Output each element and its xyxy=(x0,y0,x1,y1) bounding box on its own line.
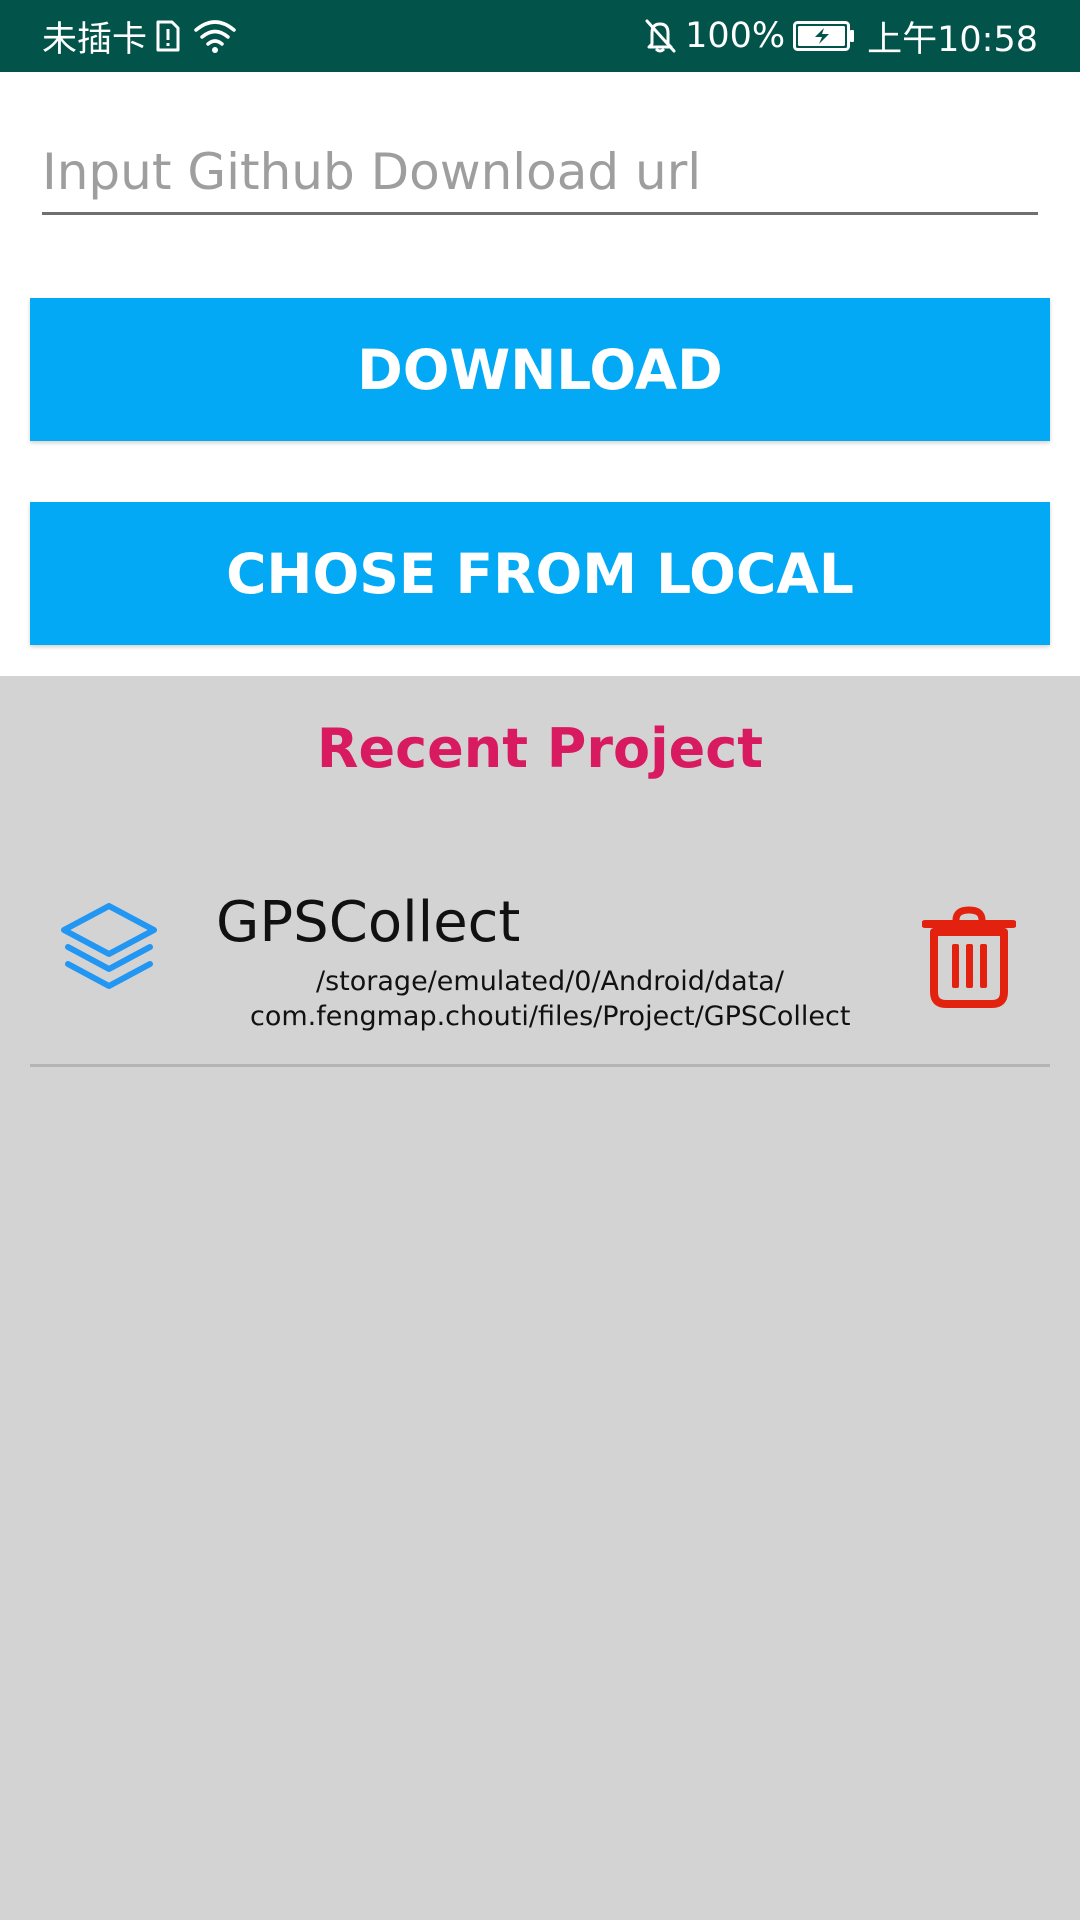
url-field xyxy=(42,132,1038,215)
status-bar: 未插卡 100% 上午10:58 xyxy=(0,0,1080,72)
trash-icon xyxy=(921,906,1017,1011)
layers-icon xyxy=(58,902,160,1002)
choose-from-local-label: CHOSE FROM LOCAL xyxy=(226,541,854,606)
mute-bell-icon xyxy=(643,18,677,54)
project-path-line-1: /storage/emulated/0/Android/data/ xyxy=(316,966,784,997)
status-right: 100% 上午10:58 xyxy=(643,0,1038,72)
choose-from-local-button[interactable]: CHOSE FROM LOCAL xyxy=(30,502,1050,645)
project-name: GPSCollect xyxy=(216,890,521,955)
clock: 上午10:58 xyxy=(867,19,1038,60)
sim-alert-icon xyxy=(155,20,181,52)
carrier-label: 未插卡 xyxy=(42,19,148,60)
status-left: 未插卡 xyxy=(42,0,237,72)
wifi-icon xyxy=(193,18,237,54)
project-list-item[interactable]: GPSCollect /storage/emulated/0/Android/d… xyxy=(30,870,1050,1067)
project-path-line-2: com.fengmap.chouti/files/Project/GPSColl… xyxy=(250,1001,851,1032)
battery-charging-icon xyxy=(793,21,855,51)
github-url-input[interactable] xyxy=(42,132,1038,212)
download-button-label: DOWNLOAD xyxy=(357,337,723,402)
download-button[interactable]: DOWNLOAD xyxy=(30,298,1050,441)
recent-project-title: Recent Project xyxy=(316,717,764,780)
delete-project-button[interactable] xyxy=(921,906,1017,1011)
project-path: /storage/emulated/0/Android/data/ com.fe… xyxy=(250,964,850,1034)
battery-percent: 100% xyxy=(685,16,786,56)
